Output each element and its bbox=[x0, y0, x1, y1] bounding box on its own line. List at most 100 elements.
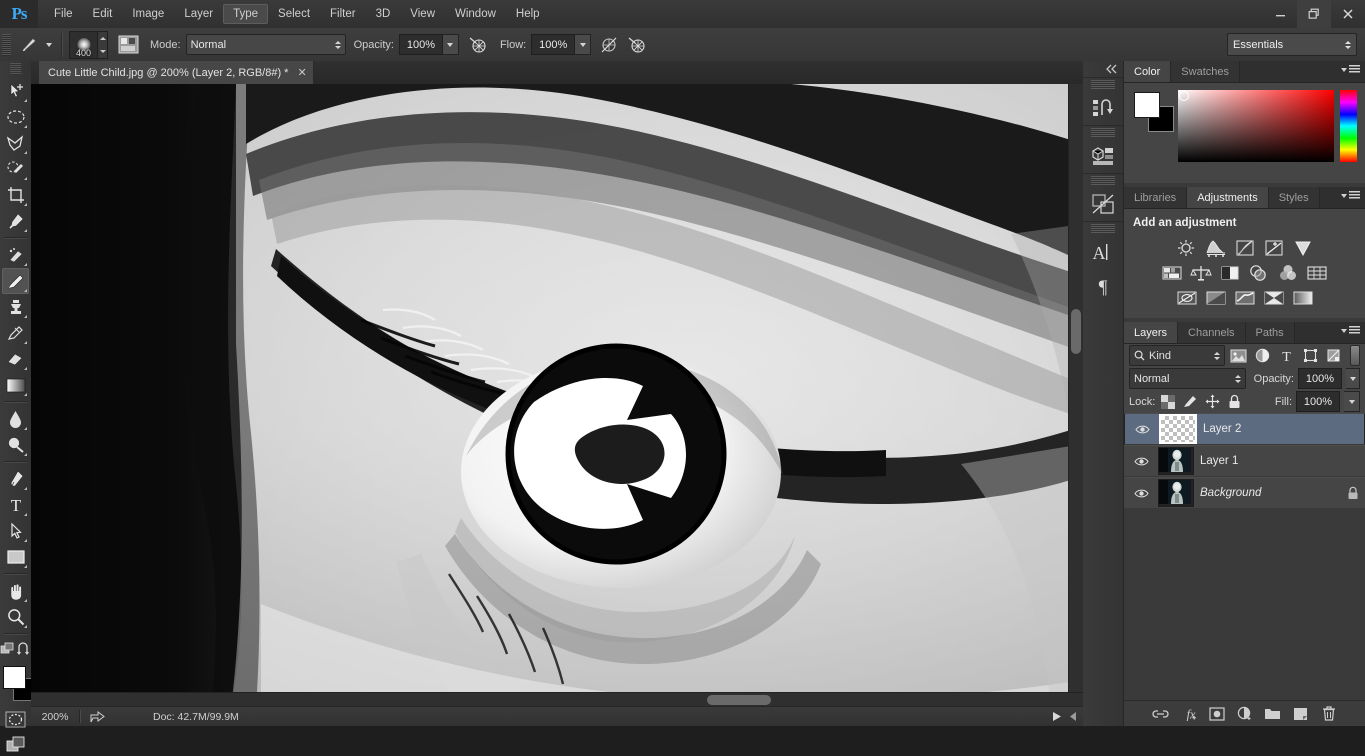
close-button[interactable] bbox=[1331, 0, 1365, 28]
vibrance-icon[interactable] bbox=[1290, 237, 1315, 258]
restore-button[interactable] bbox=[1297, 0, 1331, 28]
gradient-map-icon[interactable] bbox=[1290, 287, 1315, 308]
sidebar-item-eraser-tool[interactable] bbox=[2, 346, 29, 372]
sidebar-item-clone-stamp-tool[interactable] bbox=[2, 294, 29, 320]
menu-item-file[interactable]: File bbox=[44, 4, 83, 24]
layer-row[interactable]: Background bbox=[1124, 477, 1365, 509]
lock-position-icon[interactable] bbox=[1203, 393, 1221, 411]
airbrush-pressure-icon[interactable] bbox=[466, 33, 490, 57]
invert-icon[interactable] bbox=[1174, 287, 1199, 308]
dock-group-grip[interactable] bbox=[1091, 224, 1115, 233]
airbrush-icon[interactable] bbox=[625, 33, 649, 57]
menu-item-view[interactable]: View bbox=[400, 4, 445, 24]
canvas-horizontal-scrollbar[interactable] bbox=[31, 692, 1083, 707]
zoom-level[interactable]: 200% bbox=[31, 711, 79, 723]
sidebar-item-path-selection-tool[interactable] bbox=[2, 518, 29, 544]
paragraph-panel-icon[interactable]: ¶ bbox=[1083, 269, 1123, 303]
layer-fill-dropdown[interactable] bbox=[1344, 391, 1360, 412]
color-ramp[interactable] bbox=[1178, 90, 1334, 162]
brush-preset-dropdown[interactable] bbox=[43, 35, 55, 54]
edit-toolbar-icon[interactable] bbox=[0, 642, 16, 656]
menu-item-layer[interactable]: Layer bbox=[174, 4, 223, 24]
tab-swatches[interactable]: Swatches bbox=[1171, 61, 1240, 82]
dock-group-grip[interactable] bbox=[1091, 176, 1115, 185]
new-group-icon[interactable] bbox=[1264, 705, 1281, 722]
horizontal-scroll-thumb[interactable] bbox=[707, 695, 771, 705]
levels-icon[interactable] bbox=[1203, 237, 1228, 258]
exposure-icon[interactable] bbox=[1261, 237, 1286, 258]
brush-panel-icon[interactable] bbox=[116, 33, 140, 57]
lock-transparent-pixels-icon[interactable] bbox=[1159, 393, 1177, 411]
tab-paths[interactable]: Paths bbox=[1245, 322, 1295, 343]
menu-item-image[interactable]: Image bbox=[122, 4, 174, 24]
layer-thumbnail[interactable] bbox=[1158, 447, 1194, 475]
layer-opacity-input[interactable]: 100% bbox=[1298, 368, 1342, 389]
properties-panel-icon[interactable] bbox=[1083, 139, 1123, 173]
tab-adjustments[interactable]: Adjustments bbox=[1187, 187, 1269, 208]
menu-item-edit[interactable]: Edit bbox=[83, 4, 123, 24]
menu-item-help[interactable]: Help bbox=[506, 4, 550, 24]
delete-layer-icon[interactable] bbox=[1320, 705, 1337, 722]
menu-item-window[interactable]: Window bbox=[445, 4, 506, 24]
sidebar-item-healing-brush-tool[interactable] bbox=[2, 242, 29, 268]
color-balance-icon[interactable] bbox=[1189, 262, 1214, 283]
color-panel-menu-button[interactable] bbox=[1341, 65, 1360, 74]
eye-icon[interactable] bbox=[1130, 488, 1152, 499]
screen-mode-icon[interactable] bbox=[2, 732, 29, 756]
canvas[interactable] bbox=[31, 84, 1083, 708]
layer-style-fx-icon[interactable]: fx bbox=[1180, 705, 1197, 722]
black-and-white-icon[interactable] bbox=[1218, 262, 1243, 283]
document-tab[interactable]: Cute Little Child.jpg @ 200% (Layer 2, R… bbox=[39, 61, 314, 84]
minimize-button[interactable] bbox=[1263, 0, 1297, 28]
eye-icon[interactable] bbox=[1131, 424, 1153, 435]
share-icon[interactable] bbox=[90, 710, 105, 723]
tab-layers[interactable]: Layers bbox=[1124, 322, 1179, 343]
character-panel-icon[interactable]: A bbox=[1083, 235, 1123, 269]
sidebar-item-eyedropper-tool[interactable] bbox=[2, 208, 29, 234]
layers-panel-menu-button[interactable] bbox=[1341, 326, 1360, 335]
blend-mode-select[interactable]: Normal bbox=[185, 34, 346, 55]
sidebar-item-lasso-tool[interactable] bbox=[2, 130, 29, 156]
type-filter-icon[interactable]: T bbox=[1276, 346, 1296, 366]
flow-dropdown[interactable] bbox=[575, 34, 592, 55]
foreground-color-swatch[interactable] bbox=[3, 666, 26, 689]
sidebar-item-blur-tool[interactable] bbox=[2, 406, 29, 432]
posterize-icon[interactable] bbox=[1203, 287, 1228, 308]
photo-filter-icon[interactable] bbox=[1247, 262, 1272, 283]
shape-filter-icon[interactable] bbox=[1300, 346, 1320, 366]
adjustments-panel-menu-button[interactable] bbox=[1341, 191, 1360, 200]
swap-colors-icon[interactable] bbox=[16, 642, 31, 656]
threshold-icon[interactable] bbox=[1232, 287, 1257, 308]
workspace-selector[interactable]: Essentials bbox=[1227, 33, 1357, 56]
sidebar-item-type-tool[interactable]: T bbox=[2, 492, 29, 518]
sidebar-item-quick-selection-tool[interactable] bbox=[2, 156, 29, 182]
options-bar-grip[interactable] bbox=[2, 33, 11, 56]
sidebar-item-dodge-tool[interactable] bbox=[2, 432, 29, 458]
color-lookup-icon[interactable] bbox=[1305, 262, 1330, 283]
lock-all-icon[interactable] bbox=[1225, 393, 1243, 411]
tab-channels[interactable]: Channels bbox=[1178, 322, 1246, 343]
adjustment-filter-icon[interactable] bbox=[1253, 346, 1273, 366]
brush-size-preview[interactable]: 400 bbox=[69, 30, 98, 59]
curves-icon[interactable] bbox=[1232, 237, 1257, 258]
tab-styles[interactable]: Styles bbox=[1268, 187, 1320, 208]
smart-object-filter-icon[interactable] bbox=[1324, 346, 1344, 366]
status-play-controls[interactable] bbox=[1052, 711, 1077, 722]
link-layers-icon[interactable] bbox=[1152, 705, 1169, 722]
new-fill-adjustment-layer-icon[interactable] bbox=[1236, 705, 1253, 722]
sidebar-item-move-tool[interactable] bbox=[2, 78, 29, 104]
sidebar-item-zoom-tool[interactable] bbox=[2, 604, 29, 630]
vertical-scroll-thumb[interactable] bbox=[1071, 309, 1081, 354]
quick-mask-toggle-icon[interactable] bbox=[2, 708, 29, 730]
menu-item-type[interactable]: Type bbox=[223, 4, 269, 24]
layer-blend-mode-select[interactable]: Normal bbox=[1129, 368, 1246, 389]
selective-color-icon[interactable] bbox=[1261, 287, 1286, 308]
hue-slider[interactable] bbox=[1340, 90, 1357, 162]
sidebar-item-history-brush-tool[interactable] bbox=[2, 320, 29, 346]
dock-collapse-button[interactable] bbox=[1083, 61, 1123, 77]
layer-fill-input[interactable]: 100% bbox=[1296, 391, 1340, 412]
tab-color[interactable]: Color bbox=[1124, 61, 1172, 82]
sidebar-item-brush-tool[interactable] bbox=[2, 268, 29, 294]
sidebar-item-crop-tool[interactable] bbox=[2, 182, 29, 208]
layer-filter-toggle[interactable] bbox=[1349, 345, 1360, 366]
